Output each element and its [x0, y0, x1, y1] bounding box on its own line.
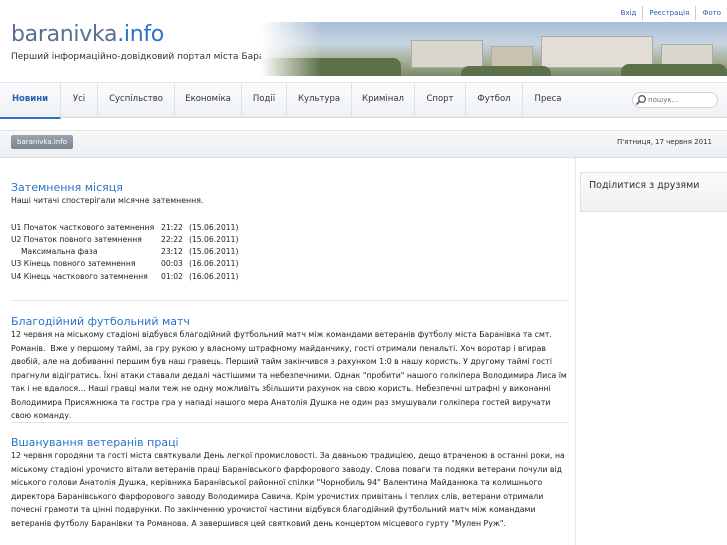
nav-item-novyny[interactable]: Новини — [0, 83, 61, 119]
article-divider — [11, 422, 567, 423]
register-link[interactable]: Реєстрація — [642, 6, 695, 20]
photo-link[interactable]: Фото — [695, 6, 727, 20]
nav-item-kultura[interactable]: Культура — [287, 83, 352, 117]
article-veterans-honoring: Вшанування ветеранів праці 12 червня гор… — [11, 436, 567, 530]
header-banner-image — [261, 22, 727, 76]
breadcrumb-bar: baranivka.info П'ятниця, 17 червня 2011 — [0, 130, 727, 158]
search-icon — [635, 95, 646, 106]
article-title[interactable]: Благодійний футбольний матч — [11, 315, 567, 328]
site-logo[interactable]: baranivka.info — [11, 22, 164, 47]
top-links: Вхід Реєстрація Фото — [615, 6, 727, 20]
nav-item-usi[interactable]: Усі — [61, 83, 98, 117]
nav-item-futbol[interactable]: Футбол — [466, 83, 523, 117]
article-divider — [11, 300, 567, 301]
table-row: Максимальна фаза 23:12 (15.06.2011) — [21, 247, 239, 257]
table-row: U4 Кінець часткового затемнення 01:02 (1… — [11, 271, 239, 281]
article-intro: Наші читачі спостерігали місячне затемне… — [11, 196, 204, 205]
article-title[interactable]: Вшанування ветеранів праці — [11, 436, 567, 449]
article-body: 12 червня городяни та гості міста святку… — [11, 451, 568, 528]
table-row: U2 Початок повного затемнення 22:22 (15.… — [11, 234, 239, 244]
share-widget-title: Поділитися з друзями — [589, 180, 700, 191]
article-lunar-eclipse: Затемнення місяця Наші читачі спостеріга… — [11, 181, 567, 283]
article-charity-match: Благодійний футбольний матч 12 червня на… — [11, 315, 567, 423]
nav-item-ekonomika[interactable]: Економіка — [175, 83, 242, 117]
logo-part-1: baranivka — [11, 22, 118, 47]
main-nav: Новини Усі Суспільство Економіка Події К… — [0, 82, 727, 119]
table-row: U3 Кінець повного затемнення 00:03 (16.0… — [11, 259, 239, 269]
article-title[interactable]: Затемнення місяця — [11, 181, 567, 194]
logo-part-2: .info — [117, 22, 164, 47]
nav-item-podii[interactable]: Події — [242, 83, 287, 117]
login-link[interactable]: Вхід — [615, 6, 643, 20]
eclipse-timetable: U1 Початок часткового затемнення 21:22 (… — [11, 222, 567, 283]
nav-item-presa[interactable]: Преса — [523, 83, 573, 117]
column-divider — [575, 156, 576, 545]
search-input[interactable] — [648, 93, 714, 107]
nav-item-suspilstvo[interactable]: Суспільство — [98, 83, 175, 117]
share-widget: Поділитися з друзями — [580, 172, 727, 212]
news-list: Затемнення місяця Наші читачі спостеріга… — [0, 172, 575, 545]
search-box[interactable] — [632, 92, 718, 108]
table-row: U1 Початок часткового затемнення 21:22 (… — [11, 222, 239, 232]
site-tagline: Перший інформаційно-довідковий портал мі… — [11, 52, 289, 62]
breadcrumb-home[interactable]: baranivka.info — [11, 135, 73, 149]
nav-item-sport[interactable]: Спорт — [415, 83, 466, 117]
article-body: 12 червня на міському стадіоні відбувся … — [11, 330, 570, 420]
current-date: П'ятниця, 17 червня 2011 — [617, 138, 712, 146]
nav-item-kryminal[interactable]: Кримінал — [352, 83, 415, 117]
